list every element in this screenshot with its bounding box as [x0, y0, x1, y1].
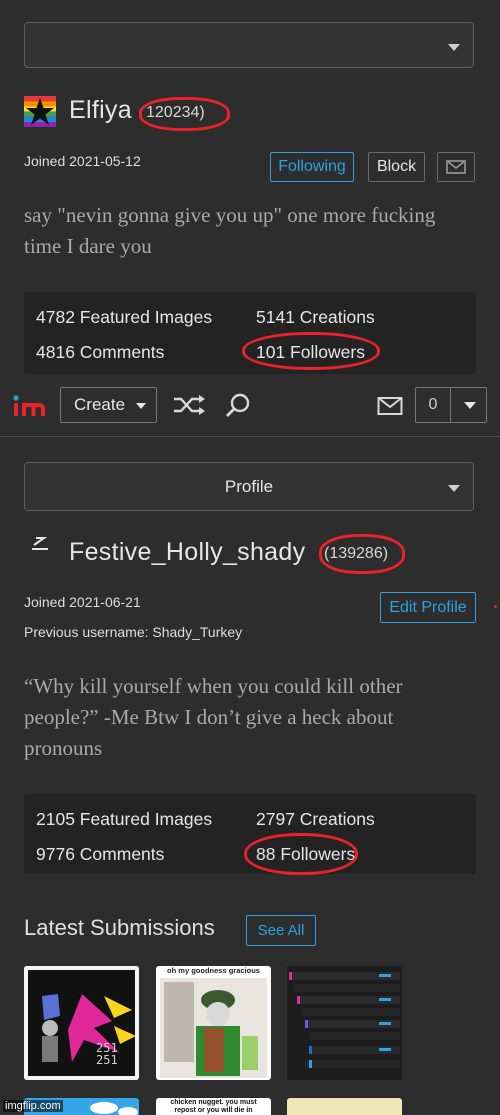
- edit-profile-button[interactable]: Edit Profile: [380, 592, 476, 623]
- block-button[interactable]: Block: [368, 152, 425, 182]
- notification-count: 0: [428, 396, 438, 413]
- imgflip-logo[interactable]: [12, 394, 48, 418]
- shuffle-icon[interactable]: [172, 393, 206, 417]
- profile-menu-dropdown[interactable]: Profile: [24, 462, 474, 511]
- envelope-icon: [446, 160, 466, 174]
- caret-down-icon: [135, 402, 146, 409]
- thumbnail-caption: chicken nugget. you must repost or you w…: [170, 1099, 257, 1114]
- latest-submissions-title: Latest Submissions: [24, 915, 215, 940]
- create-menu-button[interactable]: Create: [60, 387, 157, 423]
- submission-thumbnail[interactable]: [287, 1098, 402, 1115]
- dropdown-value: Profile: [224, 477, 274, 496]
- red-annotation-circle: [319, 534, 405, 574]
- search-icon[interactable]: [224, 392, 252, 420]
- creations-count[interactable]: 5141 Creations: [256, 307, 375, 328]
- profile-bio: say "nevin gonna give you up" one more f…: [24, 203, 436, 258]
- create-label: Create: [74, 395, 126, 414]
- messages-icon[interactable]: [377, 396, 403, 416]
- submission-thumbnail[interactable]: chicken nugget. you must repost or you w…: [156, 1098, 271, 1115]
- divider: [450, 388, 451, 422]
- svg-text:251: 251: [96, 1053, 118, 1067]
- chevron-down-icon: [448, 44, 460, 51]
- submission-thumbnail[interactable]: 251 251: [24, 966, 139, 1080]
- red-dot: [494, 605, 497, 608]
- imgflip-watermark: imgflip.com: [3, 1100, 63, 1112]
- red-annotation-circle: [242, 332, 380, 370]
- submission-thumbnail[interactable]: oh my goodness gracious: [156, 966, 271, 1080]
- creations-count[interactable]: 2797 Creations: [256, 809, 375, 830]
- site-navbar: Create 0: [0, 378, 500, 437]
- submission-thumbnail[interactable]: [287, 966, 402, 1080]
- previous-username: Previous username: Shady_Turkey: [24, 624, 243, 640]
- chevron-down-icon: [448, 485, 460, 492]
- featured-images-count[interactable]: 2105 Featured Images: [36, 809, 212, 830]
- profile-username[interactable]: Elfiya: [69, 96, 132, 125]
- following-button[interactable]: Following: [270, 152, 354, 182]
- featured-images-count[interactable]: 4782 Featured Images: [36, 307, 212, 328]
- joined-date: Joined 2021-06-21: [24, 594, 141, 610]
- red-annotation-circle: [139, 97, 230, 131]
- profile-bio: “Why kill yourself when you could kill o…: [24, 674, 403, 760]
- see-all-button[interactable]: See All: [246, 915, 316, 946]
- message-button[interactable]: [437, 152, 475, 182]
- comments-count[interactable]: 4816 Comments: [36, 342, 164, 363]
- profile-stats: 4782 Featured Images 5141 Creations 4816…: [24, 292, 476, 374]
- notifications-button[interactable]: 0: [415, 387, 487, 423]
- chevron-down-icon: [464, 402, 476, 409]
- rainbow-star-avatar: [24, 96, 56, 127]
- user-avatar-icon: [30, 536, 50, 552]
- joined-date: Joined 2021-05-12: [24, 153, 141, 169]
- profile-menu-dropdown[interactable]: [24, 22, 474, 68]
- red-annotation-circle: [244, 833, 358, 875]
- profile-username[interactable]: Festive_Holly_shady: [69, 538, 305, 567]
- comments-count[interactable]: 9776 Comments: [36, 844, 164, 865]
